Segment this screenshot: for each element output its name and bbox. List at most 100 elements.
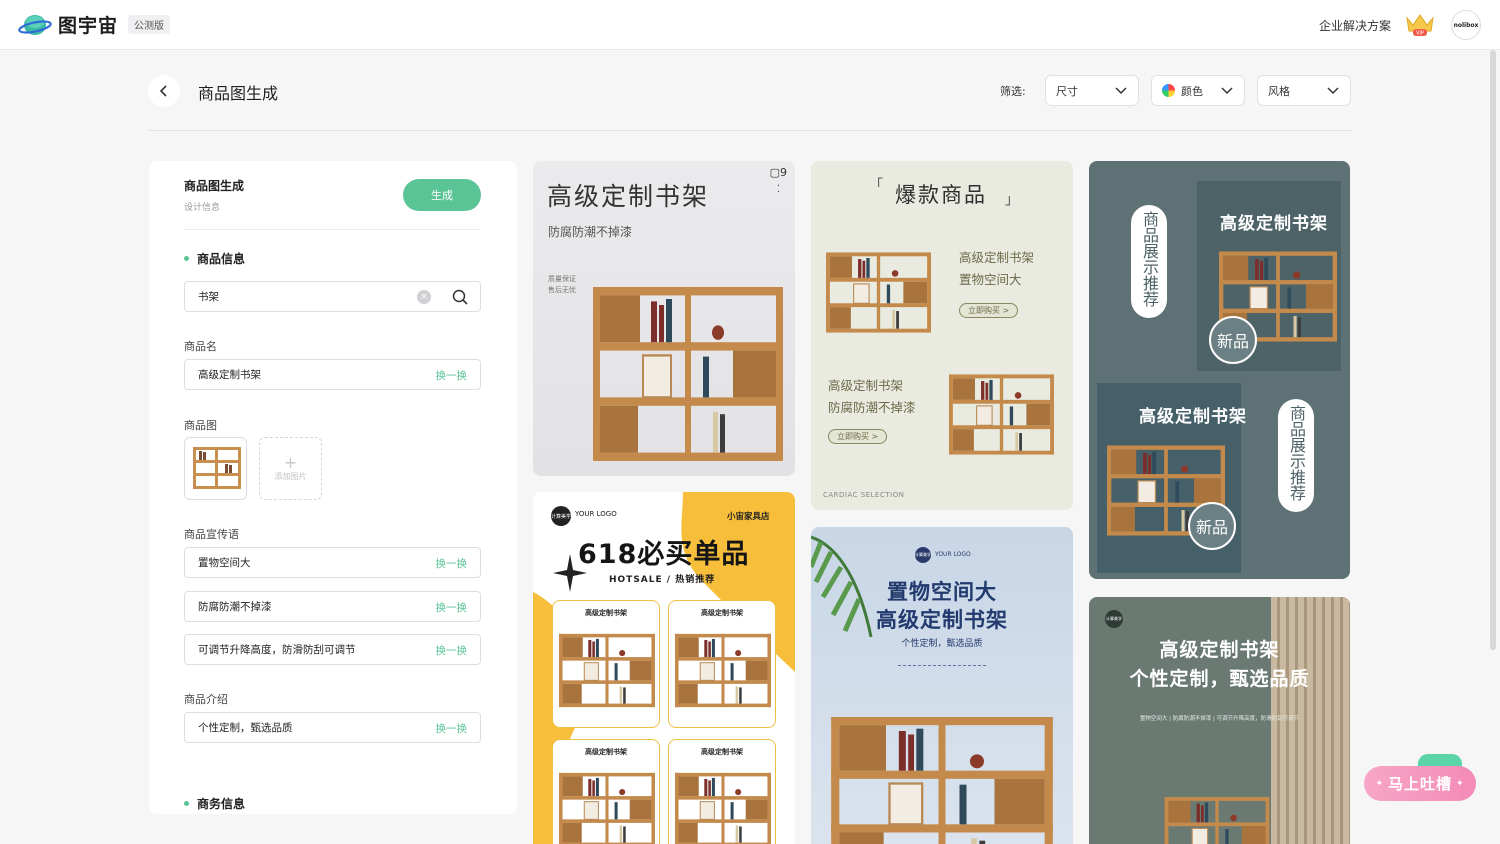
color-filter-label: 颜色	[1181, 84, 1203, 98]
card5-headline-1: 置物空间大	[887, 580, 997, 604]
card4-mini-card-3: 高级定制书架	[552, 739, 660, 844]
product-image-label: 商品图	[184, 419, 217, 432]
card4-bookshelf-image	[559, 772, 655, 844]
plus-icon: +	[283, 453, 298, 472]
size-filter-dropdown[interactable]: 尺寸	[1045, 75, 1139, 106]
clear-icon[interactable]: ×	[417, 290, 431, 304]
page-title: 商品图生成	[198, 84, 279, 103]
enterprise-solutions-link[interactable]: 企业解决方案	[1319, 17, 1391, 34]
slogan-label: 商品宣传语	[184, 528, 239, 541]
card4-mini-card-2: 高级定制书架	[668, 600, 776, 728]
slogan-value-3: 可调节升降高度，防滑防刮可调节	[198, 644, 356, 656]
result-card-1[interactable]: 高级定制书架 防腐防潮不掉漆 质量保证 售后无忧 ▢9 · ·	[533, 161, 795, 476]
page-scrollbar[interactable]	[1490, 50, 1496, 650]
card1-bookshelf-image	[593, 287, 785, 463]
more-options-icon[interactable]: · ·	[777, 182, 780, 198]
bookshelf-thumbnail-icon	[193, 447, 241, 489]
style-filter-dropdown[interactable]: 风格	[1257, 75, 1351, 106]
beta-badge: 公测版	[128, 15, 171, 34]
intro-field[interactable]: 个性定制，甄选品质 换一换	[184, 712, 481, 743]
card5-dashed-divider	[898, 665, 986, 666]
slogan-field-2[interactable]: 防腐防潮不掉漆 换一换	[184, 591, 481, 622]
app-logo[interactable]: 图宇宙 公测版	[18, 11, 171, 38]
product-search-field[interactable]: 书架 ×	[184, 281, 481, 312]
chevron-down-icon	[1327, 87, 1339, 95]
style-filter-label: 风格	[1268, 84, 1290, 98]
feedback-button[interactable]: ✦ 马上吐槽 ✦	[1364, 766, 1476, 801]
product-search-value: 书架	[198, 291, 219, 303]
result-card-5[interactable]: 计算美学 YOUR LOGO 置物空间大 高级定制书架 个性定制，甄选品质	[811, 527, 1073, 844]
card5-your-logo: YOUR LOGO	[935, 551, 971, 558]
swap-button[interactable]: 换一换	[436, 368, 468, 383]
card3-vertical-badge-2: 商品展示推荐	[1278, 399, 1314, 512]
card1-title: 高级定制书架	[547, 182, 710, 211]
result-card-4[interactable]: 计算美学 YOUR LOGO 小宙家具店 618必买单品 HOTSALE / 热…	[533, 492, 795, 844]
card4-mini-title: 高级定制书架	[701, 748, 743, 756]
design-info-panel: 商品图生成 设计信息 生成 商品信息 书架 × 商品名 高级定制书架 换一换 商…	[149, 161, 517, 814]
panel-divider	[184, 229, 481, 230]
card4-mini-title: 高级定制书架	[585, 748, 627, 756]
card2-footer: CARDIAC SELECTION	[823, 491, 905, 499]
intro-label: 商品介绍	[184, 693, 228, 706]
result-card-3[interactable]: 商品展示推荐 商品展示推荐 高级定制书架 高级定制书架 新品 新品	[1089, 161, 1350, 579]
slogan-field-3[interactable]: 可调节升降高度，防滑防刮可调节 换一换	[184, 634, 481, 665]
swap-button[interactable]: 换一换	[436, 556, 468, 571]
color-filter-dropdown[interactable]: 颜色	[1151, 75, 1245, 106]
add-image-label: 添加图片	[274, 472, 307, 481]
top-bar: 图宇宙 公测版 企业解决方案 VIP nolibox	[0, 0, 1500, 50]
user-avatar[interactable]: nolibox	[1451, 10, 1481, 40]
panel-subtitle: 设计信息	[184, 203, 221, 213]
card2-bookshelf-image-1	[826, 251, 931, 334]
generate-button[interactable]: 生成	[403, 179, 481, 211]
card4-mini-title: 高级定制书架	[701, 609, 743, 617]
swap-button[interactable]: 换一换	[436, 600, 468, 615]
card1-subtitle: 防腐防潮不掉漆	[548, 225, 633, 239]
intro-value: 个性定制，甄选品质	[198, 722, 293, 734]
slogan-value-2: 防腐防潮不掉漆	[198, 601, 272, 613]
card4-hotsale: HOTSALE / 热销推荐	[609, 575, 716, 585]
vip-crown-icon[interactable]: VIP	[1404, 12, 1436, 38]
card6-headline-2: 个性定制，甄选品质	[1129, 668, 1310, 690]
panel-title: 商品图生成	[184, 179, 245, 193]
search-icon[interactable]	[451, 288, 469, 306]
card6-bookshelf-image	[1164, 797, 1270, 844]
header-divider	[148, 130, 1352, 131]
swap-button[interactable]: 换一换	[436, 643, 468, 658]
feedback-label: 马上吐槽	[1387, 775, 1452, 793]
slogan-field-1[interactable]: 置物空间大 换一换	[184, 547, 481, 578]
app-name: 图宇宙	[58, 15, 119, 37]
card3-vertical-badge-1: 商品展示推荐	[1131, 205, 1167, 318]
card4-mini-title: 高级定制书架	[585, 609, 627, 617]
back-button[interactable]	[148, 75, 180, 107]
card4-mini-card-4: 高级定制书架	[668, 739, 776, 844]
card4-bookshelf-image	[675, 633, 771, 708]
card5-subtitle: 个性定制，甄选品质	[901, 639, 983, 649]
card2-buy-button-2[interactable]: 立即购买 >	[828, 429, 888, 444]
card4-mini-card-1: 高级定制书架	[552, 600, 660, 728]
card4-headline: 618必买单品	[578, 539, 750, 570]
product-image-thumbnail[interactable]	[184, 437, 247, 500]
product-name-field[interactable]: 高级定制书架 换一换	[184, 359, 481, 390]
filter-label: 筛选:	[1000, 85, 1026, 98]
vip-label: VIP	[1416, 31, 1424, 37]
swap-button[interactable]: 换一换	[436, 721, 468, 736]
card2-line4: 防腐防潮不掉漆	[828, 400, 916, 415]
card3-heading-1: 高级定制书架	[1220, 214, 1328, 234]
chevron-left-icon	[159, 85, 167, 97]
card5-bookshelf-image	[831, 717, 1053, 844]
add-image-button[interactable]: + 添加图片	[259, 437, 322, 500]
result-card-6[interactable]: 计算美学 高级定制书架 个性定制，甄选品质 置物空间大 | 防腐防潮不掉漆 | …	[1089, 597, 1350, 844]
card4-your-logo: YOUR LOGO	[575, 510, 617, 518]
business-info-heading: 商务信息	[197, 797, 246, 811]
card6-subtitle: 置物空间大 | 防腐防潮不掉漆 | 可调节升降高度，防滑防刮可调节	[1139, 716, 1300, 722]
card2-line1: 高级定制书架	[959, 250, 1035, 265]
card5-logo-badge: 计算美学	[915, 547, 931, 563]
card2-bracket-right: 」	[1005, 192, 1019, 208]
card2-title: 爆款商品	[895, 183, 987, 207]
card2-buy-button-1[interactable]: 立即购买 >	[959, 303, 1019, 318]
card2-line2: 置物空间大	[959, 272, 1022, 287]
card2-line3: 高级定制书架	[828, 378, 904, 393]
card4-bookshelf-image	[559, 633, 655, 708]
result-card-2[interactable]: 「 爆款商品 」 高级定制书架 置物空间大 立即购买 > 高级定制书架 防腐防潮…	[811, 161, 1073, 510]
chevron-down-icon	[1221, 87, 1233, 95]
